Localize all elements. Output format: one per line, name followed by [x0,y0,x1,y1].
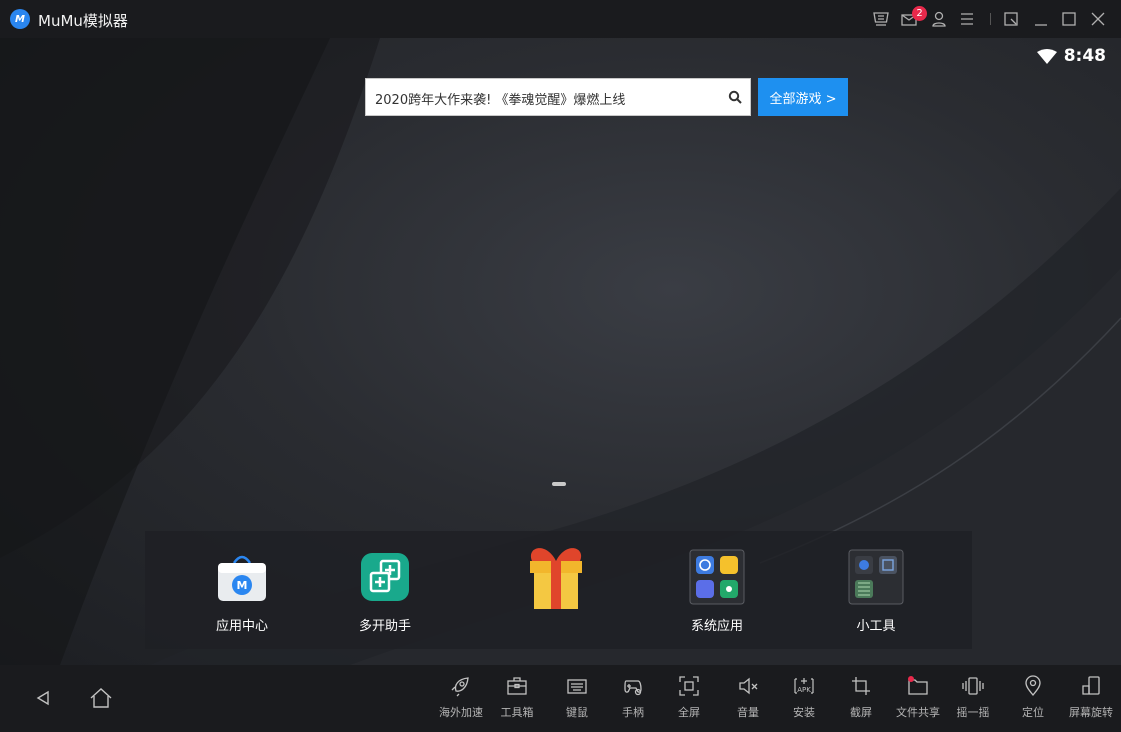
tool-install-apk[interactable]: APK 安装 [776,673,832,719]
dock-item-label: 应用中心 [215,619,268,634]
dock-item-label: 系统应用 [690,619,743,634]
title-bar-divider [990,13,991,25]
screenshot-crop-icon [848,673,874,699]
svg-text:M: M [237,579,248,592]
tool-label: 音量 [737,706,759,719]
tool-fullscreen[interactable]: 全屏 [661,673,717,719]
volume-mute-icon [735,673,761,699]
app-center-icon: M [214,549,270,605]
tool-file-share[interactable]: 文件共享 [890,673,946,719]
toolbox-icon [504,673,530,699]
wifi-icon [1036,49,1058,69]
emulator-window: M MuMu模拟器 2 8:48 2020跨年大作来袭! 《拳魂觉醒》爆燃上线 … [0,0,1121,732]
tool-label: 工具箱 [500,706,534,719]
tool-location[interactable]: 定位 [1005,673,1061,719]
fullscreen-icon [676,673,702,699]
gift-icon [516,541,596,611]
system-apps-folder-icon [689,549,745,605]
all-games-button[interactable]: 全部游戏 > [758,78,848,116]
app-title: MuMu模拟器 [38,12,128,30]
title-bar: M MuMu模拟器 2 [0,0,1121,38]
keyboard-icon [564,673,590,699]
dock-item-tools[interactable]: 小工具 [821,549,931,634]
message-count-badge: 2 [912,6,927,21]
close-icon[interactable] [1087,8,1109,30]
tool-rotate-screen[interactable]: 屏幕旋转 [1063,673,1119,719]
user-icon[interactable] [928,8,950,30]
status-time: 8:48 [1063,46,1106,66]
mumu-logo-icon: M [10,9,30,29]
shop-icon[interactable] [870,8,892,30]
dock-item-gift[interactable] [501,548,611,637]
tool-screenshot[interactable]: 截屏 [833,673,889,719]
app-dock: M 应用中心 多开助手 系统应用 小工具 [145,531,972,649]
mini-mode-icon[interactable] [1000,8,1022,30]
home-icon[interactable] [88,685,114,711]
dock-item-multi-instance[interactable]: 多开助手 [330,549,440,634]
tool-keyboard-mouse[interactable]: 键鼠 [549,673,605,719]
tool-label: 截屏 [850,706,872,719]
page-indicator [552,482,566,486]
bottom-toolbar: 海外加速 工具箱 键鼠 手柄 全屏 音量 APK 安装 截屏 文件共享 摇一摇 … [0,665,1121,732]
shake-icon [960,673,986,699]
tool-label: 定位 [1022,706,1044,719]
tool-overseas-boost[interactable]: 海外加速 [433,673,489,719]
tool-label: 海外加速 [439,706,483,719]
dock-item-app-center[interactable]: M 应用中心 [187,549,297,634]
tool-label: 屏幕旋转 [1069,706,1113,719]
svg-text:APK: APK [797,686,811,694]
minimize-icon[interactable] [1030,8,1052,30]
tool-label: 全屏 [678,706,700,719]
menu-icon[interactable] [956,8,978,30]
rotate-screen-icon [1078,673,1104,699]
dock-item-system-apps[interactable]: 系统应用 [662,549,772,634]
tool-toolbox[interactable]: 工具箱 [489,673,545,719]
tool-volume[interactable]: 音量 [720,673,776,719]
tool-shake[interactable]: 摇一摇 [945,673,1001,719]
dock-item-label: 小工具 [856,619,896,634]
location-icon [1020,673,1046,699]
search-box[interactable]: 2020跨年大作来袭! 《拳魂觉醒》爆燃上线 [365,78,751,116]
folder-share-icon [905,673,931,699]
tool-gamepad[interactable]: 手柄 [605,673,661,719]
multi-instance-icon [357,549,413,605]
tool-label: 文件共享 [896,706,940,719]
android-home-screen: 8:48 2020跨年大作来袭! 《拳魂觉醒》爆燃上线 全部游戏 > M 应用中… [0,38,1121,665]
dock-item-label: 多开助手 [358,619,411,634]
tool-label: 安装 [793,706,815,719]
gamepad-icon [620,673,646,699]
back-icon[interactable] [30,685,56,711]
tool-label: 键鼠 [566,706,588,719]
tool-label: 摇一摇 [956,706,990,719]
rocket-icon [448,673,474,699]
search-promo-text[interactable]: 2020跨年大作来袭! 《拳魂觉醒》爆燃上线 [375,89,625,108]
tool-label: 手柄 [622,706,644,719]
apk-install-icon: APK [791,673,817,699]
search-icon[interactable] [728,89,742,108]
tools-folder-icon [848,549,904,605]
maximize-icon[interactable] [1058,8,1080,30]
